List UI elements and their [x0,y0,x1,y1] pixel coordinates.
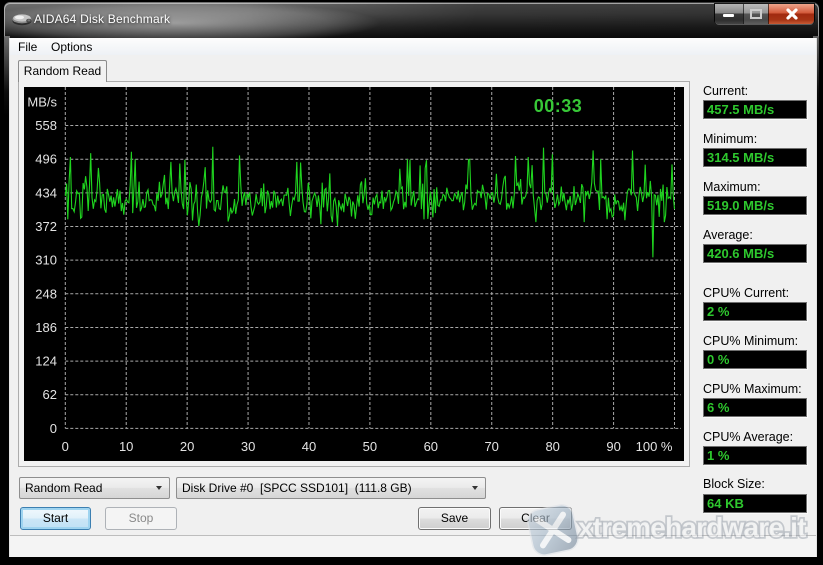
svg-text:MB/s: MB/s [27,94,57,109]
svg-text:186: 186 [35,320,57,335]
svg-text:100 %: 100 % [636,439,673,454]
svg-text:60: 60 [424,439,438,454]
svg-text:40: 40 [302,439,316,454]
svg-text:62: 62 [43,387,57,402]
svg-text:50: 50 [363,439,377,454]
svg-text:372: 372 [35,219,57,234]
svg-text:124: 124 [35,354,57,369]
svg-text:20: 20 [180,439,194,454]
svg-text:30: 30 [241,439,255,454]
svg-text:496: 496 [35,152,57,167]
svg-text:558: 558 [35,118,57,133]
svg-text:0: 0 [50,421,57,436]
svg-text:80: 80 [545,439,559,454]
svg-text:0: 0 [62,439,69,454]
svg-text:00:33: 00:33 [534,96,583,116]
svg-text:310: 310 [35,253,57,268]
svg-text:70: 70 [484,439,498,454]
svg-text:10: 10 [119,439,133,454]
svg-text:90: 90 [606,439,620,454]
svg-text:434: 434 [35,185,57,200]
svg-text:248: 248 [35,286,57,301]
